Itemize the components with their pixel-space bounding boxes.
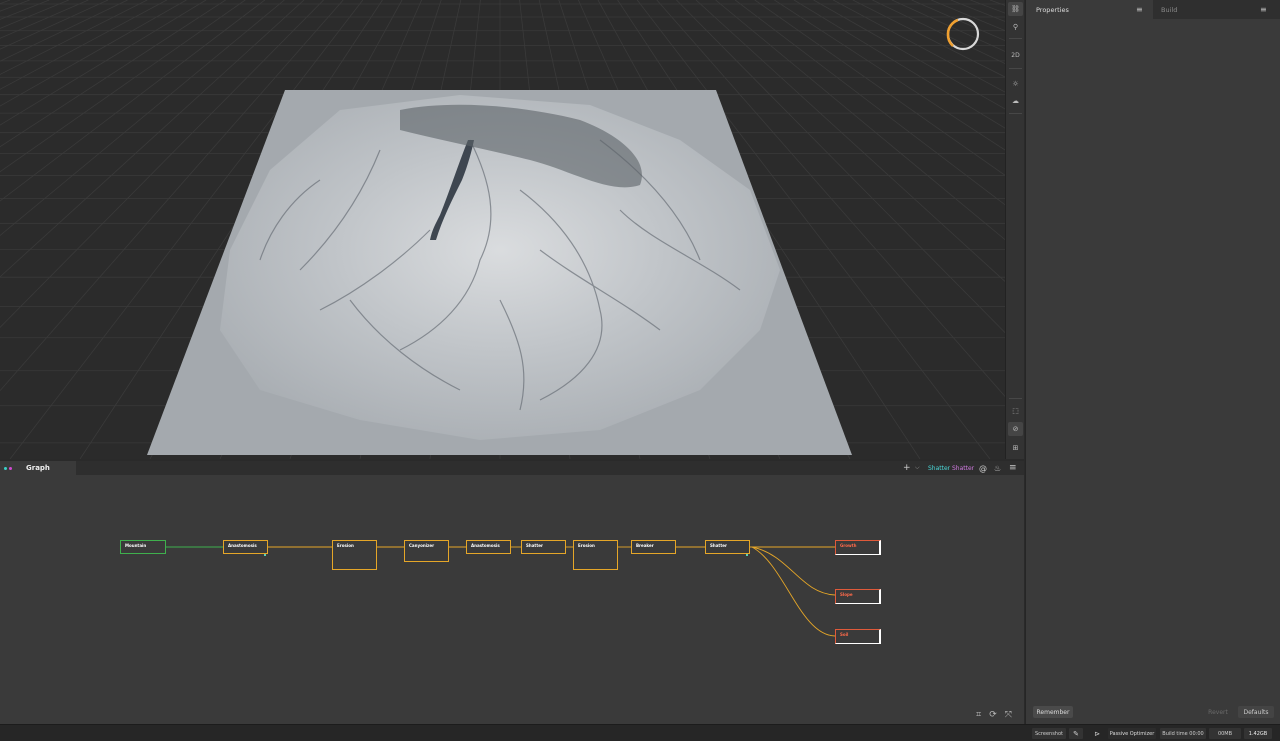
build-tab-label: Build [1161,5,1178,14]
graph-node-erosion[interactable]: Erosion [332,540,377,570]
grid-line [911,0,1005,41]
properties-menu-icon[interactable]: ≡ [1136,0,1143,19]
grid-line [872,0,1005,65]
link-icon[interactable]: ⛓ [1008,2,1023,16]
grid-line [813,0,1005,110]
sun-icon[interactable]: ☼ [1008,77,1023,91]
graph-node-breaker[interactable]: Breaker [631,540,676,554]
status-dot-magenta [9,466,12,470]
fire-icon[interactable]: ♨ [994,461,1001,475]
grid-line [0,0,89,39]
grid-line [852,0,1005,78]
graph-header: Graph + ⌵ Shatter Shatter @ ♨ ≡ [0,461,1024,475]
tab-properties[interactable]: Properties [1026,0,1153,19]
graph-menu-icon[interactable]: ≡ [1009,461,1017,475]
graph-node-erosion-2[interactable]: Erosion [573,540,618,570]
graph-node-mountain[interactable]: Mountain [120,540,166,554]
view-compass[interactable] [946,17,980,51]
screenshot-button[interactable]: Screenshot [1032,728,1066,739]
viewport-toolbar: ⛓ ⚲ 2D ☼ ☁ ⬚ ⊘ ⊞ [1005,0,1024,459]
refresh-icon[interactable]: ⟳ [989,710,997,720]
defaults-button[interactable]: Defaults [1238,706,1274,718]
person-icon[interactable]: ⚲ [1008,20,1023,34]
chevron-down-icon[interactable]: ⌵ [915,461,920,475]
graph-node-slope[interactable]: Slope [835,589,881,604]
wire [751,546,836,596]
grid-line [0,0,30,12]
properties-tab-label: Properties [1036,5,1069,14]
graph-view-controls: ⌗ ⟳ ⤧ [976,710,1012,720]
graph-node-growth[interactable]: Growth [835,540,881,555]
shatter-link-purple[interactable]: Shatter [952,461,974,475]
grid-line [0,0,109,50]
graph-node-anastomosis[interactable]: Anastomosis [223,540,268,556]
status-bar: Screenshot ✎ ⊳ Passive Optimizer Build t… [0,724,1280,741]
graph-panel: Graph + ⌵ Shatter Shatter @ ♨ ≡ Mountain… [0,461,1024,724]
3d-viewport[interactable] [0,0,1005,459]
collapse-icon[interactable]: ⤧ [1005,710,1012,720]
remember-button[interactable]: Remember [1033,706,1073,718]
graph-node-shatter-2[interactable]: Shatter [705,540,750,556]
grid-line [0,0,11,5]
wire [751,546,836,637]
ram-readout: 1.42GB [1244,728,1272,739]
graph-canvas[interactable]: Mountain Anastomosis Erosion Canyonizer … [0,475,1024,724]
side-tabs: Properties ≡ Build ≡ [1026,0,1280,19]
compass-icon[interactable]: ⊘ [1008,422,1023,436]
status-dot-cyan [4,466,7,470]
grid-line [950,0,1005,22]
graph-node-soil[interactable]: Soil [835,629,881,644]
pencil-icon[interactable]: ✎ [1069,728,1083,739]
add-node-icon[interactable]: + [903,461,911,475]
frame-icon[interactable]: ⬚ [1008,404,1023,418]
graph-tab-label: Graph [26,464,50,472]
at-icon[interactable]: @ [979,461,987,475]
revert-button[interactable]: Revert [1204,706,1232,718]
side-panel: Properties ≡ Build ≡ Remember Revert Def… [1025,0,1280,724]
shatter-link-cyan[interactable]: Shatter [928,461,950,475]
graph-node-canyonizer[interactable]: Canyonizer [404,540,449,562]
2d-toggle-button[interactable]: 2D [1008,48,1023,62]
terrain-view[interactable] [0,0,1005,459]
tab-graph[interactable]: Graph [0,461,76,475]
grid-line [931,0,1005,31]
frame-all-icon[interactable]: ⌗ [976,710,981,720]
play-icon[interactable]: ⊳ [1090,728,1104,739]
grid-icon[interactable]: ⊞ [1008,441,1023,455]
grid-line [0,0,128,62]
tab-build[interactable]: Build [1160,0,1177,19]
passive-optimizer-toggle[interactable]: Passive Optimizer [1108,728,1156,739]
cloud-icon[interactable]: ☁ [1008,94,1023,108]
grid-line [833,0,1005,93]
memory-readout: 00MB [1209,728,1241,739]
build-time-readout: Build time 00:00 [1160,728,1206,739]
graph-node-anastomosis-2[interactable]: Anastomosis [466,540,511,554]
graph-node-shatter[interactable]: Shatter [521,540,566,554]
build-menu-icon[interactable]: ≡ [1260,0,1267,19]
